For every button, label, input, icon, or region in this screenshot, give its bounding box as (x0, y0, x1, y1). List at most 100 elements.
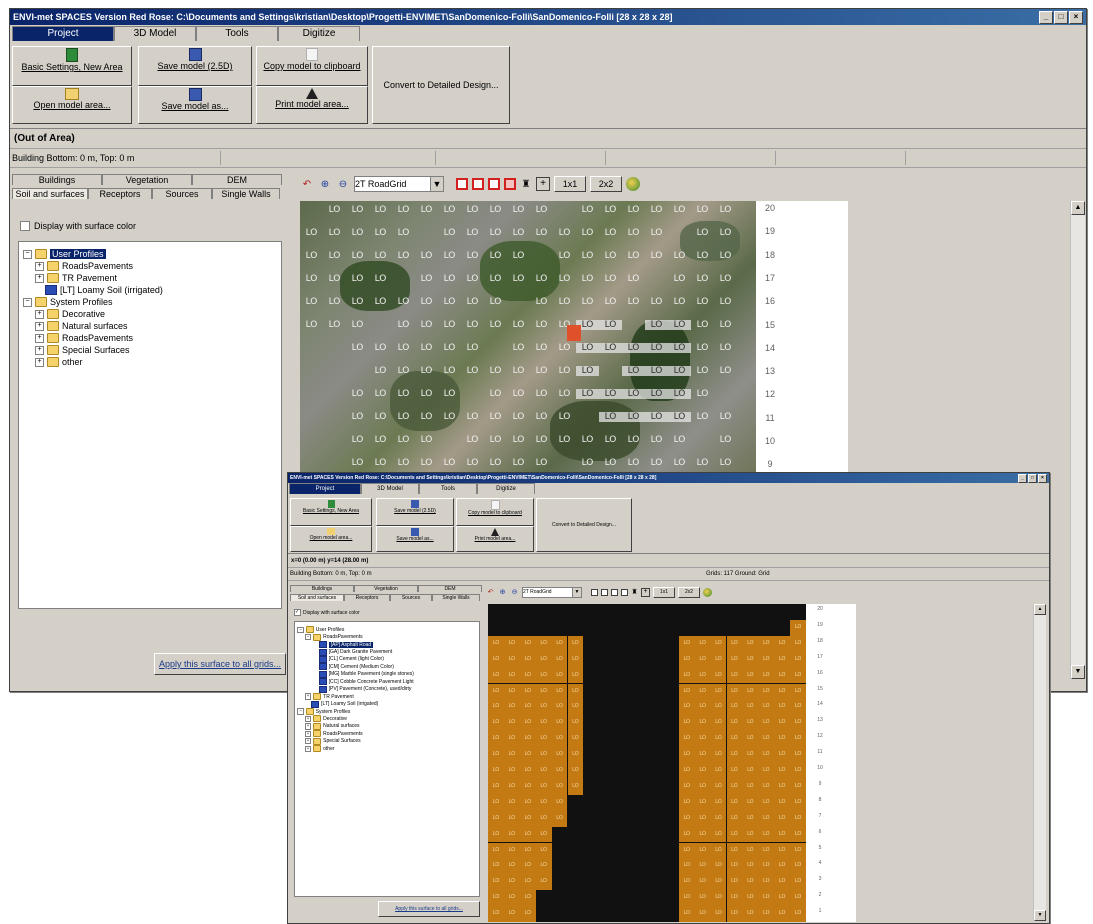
grid-type-select[interactable]: ▼ 2T RoadGrid (354, 176, 444, 192)
maximize-button[interactable]: □ (1028, 473, 1037, 483)
tree-node[interactable]: − System Profiles (295, 708, 479, 715)
tree-node[interactable]: + RoadsPavements (19, 332, 281, 344)
minimize-button[interactable]: _ (1018, 473, 1027, 483)
tab-digitize[interactable]: Digitize (278, 26, 360, 41)
tab-tools[interactable]: Tools (196, 26, 278, 41)
expand-icon[interactable]: + (304, 745, 312, 752)
collapse-icon[interactable]: − (297, 626, 304, 633)
draw-rect-icon[interactable] (601, 588, 608, 596)
scroll-up-arrow[interactable]: ▲ (1034, 604, 1046, 615)
tab-buildings[interactable]: Buildings (290, 585, 354, 592)
tree-node[interactable]: + Special Surfaces (19, 344, 281, 356)
scale-1x1-button[interactable]: 1x1 (554, 176, 586, 192)
tab-dem[interactable]: DEM (418, 585, 482, 592)
tree-node[interactable]: [CC] Cobble Concrete Pavement Light (295, 678, 479, 686)
expand-icon[interactable]: + (35, 273, 44, 283)
tree-node[interactable]: − RoadsPavements (295, 633, 479, 641)
tab-project[interactable]: Project (289, 483, 361, 494)
basic-settings-button[interactable]: Basic Settings, New Area (12, 46, 132, 86)
save-model-button[interactable]: Save model (2.5D) (138, 46, 252, 86)
grid-icon[interactable]: + (536, 177, 550, 191)
tab-sources[interactable]: Sources (390, 594, 432, 601)
expand-icon[interactable]: + (304, 715, 312, 723)
tab-dem[interactable]: DEM (192, 174, 282, 185)
tab-digitize[interactable]: Digitize (477, 483, 535, 494)
zoom-out-icon[interactable]: ⊖ (510, 588, 519, 596)
pin-icon[interactable]: ♜ (520, 179, 532, 190)
surface-color-option[interactable]: ✓ Display with surface color (294, 609, 360, 616)
print-model-button[interactable]: Print model area... (256, 86, 368, 124)
scale-2x2-button[interactable]: 2x2 (678, 586, 700, 598)
tab-3d-model[interactable]: 3D Model (114, 26, 196, 41)
tree-node[interactable]: + other (295, 745, 479, 753)
tree-node[interactable]: − User Profiles (295, 626, 479, 634)
front-vertical-scrollbar[interactable]: ▲ ▼ (1033, 604, 1046, 921)
zoom-in-icon[interactable]: ⊕ (498, 588, 507, 596)
front-title-bar[interactable]: ENVI-met SPACES Version Red Rose: C:\Doc… (288, 473, 1049, 483)
back-vertical-scrollbar[interactable]: ▲ ▼ (1070, 201, 1085, 679)
apply-all-grids-button[interactable]: Apply this surface to all grids... (378, 901, 480, 917)
expand-icon[interactable]: + (35, 261, 44, 271)
convert-detailed-button[interactable]: Convert to Detailed Design... (372, 46, 510, 124)
tab-sources[interactable]: Sources (152, 188, 212, 199)
close-button[interactable]: × (1069, 10, 1083, 24)
surface-color-checkbox[interactable]: ✓ (294, 609, 301, 616)
tree-node[interactable]: + other (19, 356, 281, 368)
draw-rect-icon[interactable] (472, 178, 484, 190)
tree-node[interactable]: [LT] Loamy Soil (irrigated) (19, 284, 281, 296)
save-model-as-button[interactable]: Save model as... (376, 526, 454, 552)
collapse-icon[interactable]: − (304, 633, 312, 641)
tab-buildings[interactable]: Buildings (12, 174, 102, 185)
zoom-in-icon[interactable]: ⊕ (318, 179, 332, 190)
tab-receptors[interactable]: Receptors (88, 188, 152, 199)
surface-color-option[interactable]: Display with surface color (20, 221, 136, 231)
globe-icon[interactable] (703, 587, 712, 597)
tree-node[interactable]: [PV] Pavement (Concrete), used/dirty (295, 685, 479, 693)
grid-icon[interactable]: + (641, 587, 650, 597)
close-button[interactable]: × (1038, 473, 1047, 483)
scale-1x1-button[interactable]: 1x1 (653, 586, 675, 598)
tab-tools[interactable]: Tools (419, 483, 477, 494)
expand-icon[interactable]: + (304, 723, 312, 730)
back-title-bar[interactable]: ENVI-met SPACES Version Red Rose: C:\Doc… (10, 9, 1086, 25)
convert-detailed-button[interactable]: Convert to Detailed Design... (536, 498, 632, 552)
copy-clipboard-button[interactable]: Copy model to clipboard (256, 46, 368, 86)
tree-node[interactable]: + RoadsPavements (19, 260, 281, 272)
expand-icon[interactable]: + (304, 738, 312, 745)
expand-icon[interactable]: + (35, 333, 44, 343)
draw-square-icon[interactable] (456, 178, 468, 190)
minimize-button[interactable]: _ (1039, 10, 1053, 24)
tree-node[interactable]: [LT] Loamy Soil (irrigated) (295, 700, 479, 708)
tree-node[interactable]: + Natural surfaces (19, 320, 281, 332)
tree-node[interactable]: − User Profiles (19, 248, 281, 260)
copy-clipboard-button[interactable]: Copy model to clipboard (456, 498, 534, 526)
tree-node[interactable]: [CL] Cement (light Color) (295, 655, 479, 663)
scroll-down-arrow[interactable]: ▼ (1071, 665, 1085, 679)
tab-vegetation[interactable]: Vegetation (102, 174, 192, 185)
tree-node[interactable]: + TR Pavement (19, 272, 281, 284)
tree-node[interactable]: + Special Surfaces (295, 737, 479, 745)
expand-icon[interactable]: + (35, 321, 44, 331)
expand-icon[interactable]: + (35, 345, 44, 355)
scroll-down-arrow[interactable]: ▼ (1034, 910, 1046, 921)
save-model-as-button[interactable]: Save model as... (138, 86, 252, 124)
tab-soil-surfaces[interactable]: Soil and surfaces (290, 594, 344, 601)
expand-icon[interactable]: + (35, 357, 44, 367)
pointer-icon[interactable]: ↶ (486, 588, 495, 596)
front-map-canvas[interactable]: LO LO LO LO LO LO LO LO LO LO LO LO LO LO LO LO LO LO LO LO… (488, 604, 806, 922)
tab-soil-surfaces[interactable]: Soil and surfaces (12, 188, 88, 199)
tab-single-walls[interactable]: Single Walls (212, 188, 280, 199)
expand-icon[interactable]: + (35, 309, 44, 319)
tree-node[interactable]: + RoadsPavements (295, 730, 479, 738)
surface-color-checkbox[interactable] (20, 221, 30, 231)
open-model-button[interactable]: Open model area... (290, 526, 372, 552)
draw-square-icon[interactable] (591, 588, 598, 596)
open-model-button[interactable]: Open model area... (12, 86, 132, 124)
expand-icon[interactable]: + (304, 693, 312, 700)
draw-fill-icon[interactable] (488, 178, 500, 190)
apply-all-grids-button[interactable]: Apply this surface to all grids... (154, 653, 286, 675)
pointer-icon[interactable]: ↶ (300, 179, 314, 190)
tree-node[interactable]: + Decorative (19, 308, 281, 320)
tree-node[interactable]: [GA] Dark Granite Pavement (295, 648, 479, 656)
scale-2x2-button[interactable]: 2x2 (590, 176, 622, 192)
